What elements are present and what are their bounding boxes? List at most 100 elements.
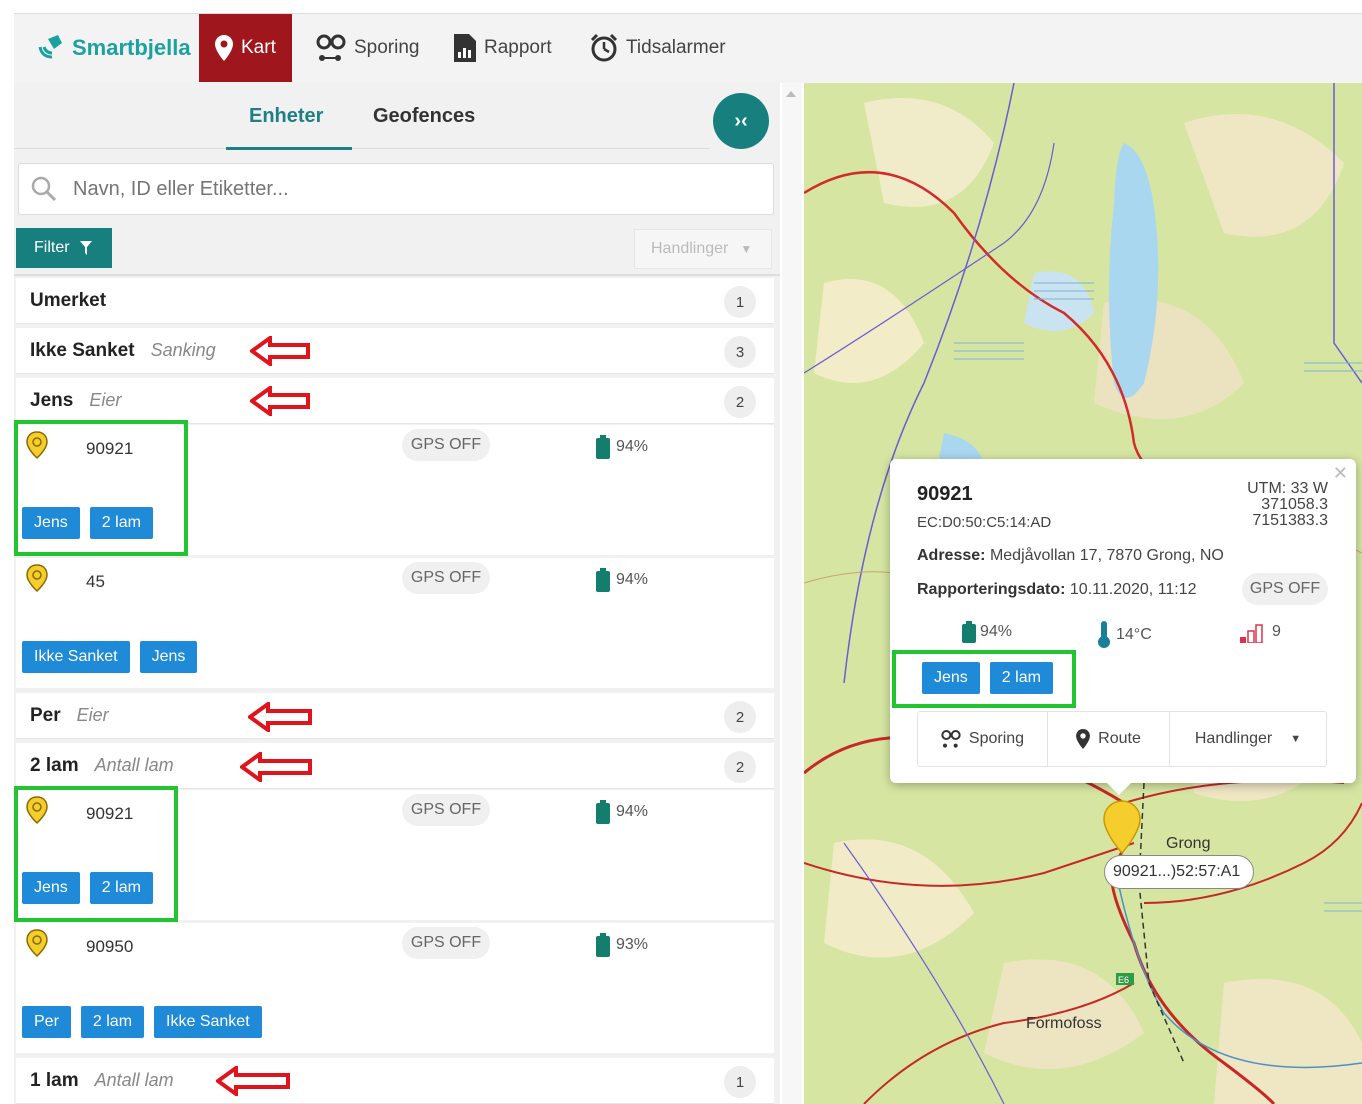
brand-name: Smartbjella	[72, 35, 191, 60]
utm-northing: 7151383.3	[1252, 512, 1328, 529]
signal-value: 9	[1272, 623, 1281, 640]
battery-status: 94%	[596, 435, 648, 459]
gps-status-badge: GPS OFF	[402, 794, 490, 826]
location-pin-icon	[26, 929, 48, 957]
device-tags: Ikke Sanket Jens	[22, 641, 207, 673]
filter-label: Filter	[34, 239, 70, 256]
group-count-badge: 2	[724, 751, 756, 783]
battery-level: 94%	[616, 571, 649, 588]
nav-tidsalarmer[interactable]: Tidsalarmer	[590, 14, 726, 82]
device-id: 45	[86, 572, 105, 591]
marker-tooltip[interactable]: 90921...)52:57:A1	[1104, 855, 1254, 889]
route-button[interactable]: Route	[1048, 712, 1170, 766]
device-row[interactable]: 45 GPS OFF 94% Ikke Sanket Jens	[16, 558, 774, 688]
battery-level: 94%	[980, 623, 1013, 640]
map-pin-icon	[215, 35, 233, 61]
sporing-button[interactable]: Sporing	[918, 712, 1048, 766]
group-name: 2 lam	[30, 754, 79, 776]
group-name: 1 lam	[30, 1069, 79, 1091]
group-category: Sanking	[150, 340, 216, 360]
battery-level: 94%	[616, 803, 649, 820]
gps-status-badge: GPS OFF	[1242, 573, 1328, 605]
utm-easting: 371058.3	[1261, 496, 1328, 513]
battery-icon	[596, 568, 610, 592]
annotation-arrow-icon	[240, 752, 312, 782]
tracking-icon	[941, 730, 961, 748]
collapse-arrows-icon: ›‹	[734, 109, 748, 132]
tag-chip[interactable]: Ikke Sanket	[154, 1006, 262, 1038]
utm-zone: UTM: 33 W	[1247, 480, 1328, 497]
place-label: Formofoss	[1026, 1015, 1102, 1032]
group-row[interactable]: Umerket 1	[16, 278, 774, 324]
device-row[interactable]: 90950 GPS OFF 93% Per 2 lam Ikke Sanket	[16, 923, 774, 1053]
report-date-label: Rapporteringsdato:	[917, 581, 1066, 598]
popup-pointer	[1105, 781, 1133, 795]
tab-geofences[interactable]: Geofences	[373, 105, 475, 128]
sporing-label: Sporing	[968, 730, 1025, 747]
divider	[14, 274, 780, 276]
search-input[interactable]	[73, 177, 733, 201]
search-box	[18, 163, 774, 215]
battery-level: 93%	[616, 936, 649, 953]
popup-signal: 9	[1240, 621, 1281, 643]
map-pin-icon	[1076, 729, 1091, 749]
annotation-arrow-icon	[248, 702, 312, 732]
gps-status-badge: GPS OFF	[402, 562, 490, 594]
device-info-popup: ✕ 90921 EC:D0:50:C5:14:AD UTM: 33 W 3710…	[890, 459, 1356, 795]
group-count-badge: 2	[724, 386, 756, 418]
nav-kart[interactable]: Kart	[199, 14, 292, 82]
group-category: Antall lam	[94, 1070, 174, 1090]
address-value: Medjåvollan 17, 7870 Grong, NO	[989, 547, 1224, 564]
annotation-highlight-box	[14, 786, 178, 922]
top-navigation-bar: Smartbjella Kart Sporing Rapport Tidsala…	[14, 13, 1362, 83]
tag-chip[interactable]: Per	[22, 1006, 71, 1038]
group-name: Ikke Sanket	[30, 339, 135, 361]
annotation-arrow-icon	[250, 386, 310, 416]
address-label: Adresse:	[917, 547, 986, 564]
group-row[interactable]: 2 lam Antall lam 2	[16, 743, 774, 789]
popup-action-bar: Sporing Route Handlinger ▼	[917, 711, 1327, 767]
tag-chip[interactable]: 2 lam	[80, 1006, 145, 1038]
group-count-badge: 3	[724, 336, 756, 368]
tab-enheter[interactable]: Enheter	[249, 105, 323, 128]
battery-level: 94%	[616, 438, 649, 455]
tag-chip[interactable]: Jens	[139, 641, 198, 673]
device-tags: Per 2 lam Ikke Sanket	[22, 1006, 272, 1038]
scroll-up-arrow-icon[interactable]	[786, 91, 796, 97]
group-category: Eier	[76, 705, 109, 725]
funnel-icon	[79, 241, 92, 255]
route-label: Route	[1098, 730, 1141, 747]
group-category: Antall lam	[94, 755, 174, 775]
handlinger-label: Handlinger	[1194, 730, 1273, 747]
panel-scrollbar[interactable]	[782, 83, 802, 1104]
group-category: Eier	[89, 390, 122, 410]
panel-tabs: Enheter Geofences	[14, 83, 710, 150]
nav-kart-label: Kart	[241, 37, 276, 58]
group-row[interactable]: 1 lam Antall lam 1	[16, 1058, 774, 1104]
actions-dropdown[interactable]: Handlinger ▼	[634, 229, 772, 269]
nav-rapport[interactable]: Rapport	[454, 14, 552, 82]
battery-icon	[596, 435, 610, 459]
collapse-panel-button[interactable]: ›‹	[713, 93, 769, 149]
nav-sporing[interactable]: Sporing	[316, 14, 420, 82]
group-name: Umerket	[30, 289, 107, 311]
active-tab-indicator	[226, 147, 352, 150]
battery-icon	[596, 933, 610, 957]
battery-status: 94%	[596, 800, 648, 824]
tracking-icon	[316, 34, 346, 61]
handlinger-dropdown[interactable]: Handlinger ▼	[1170, 712, 1326, 766]
caret-down-icon: ▼	[740, 242, 753, 256]
signal-strength-icon	[1240, 624, 1263, 643]
filter-button[interactable]: Filter	[16, 228, 112, 268]
close-icon[interactable]: ✕	[1333, 463, 1348, 484]
popup-utm-coordinates: UTM: 33 W 371058.3 7151383.3	[1247, 481, 1328, 529]
battery-icon	[962, 621, 976, 643]
tag-chip[interactable]: Ikke Sanket	[22, 641, 130, 673]
group-row[interactable]: Ikke Sanket Sanking 3	[16, 328, 774, 374]
nav-tidsalarmer-label: Tidsalarmer	[626, 37, 726, 58]
brand-logo[interactable]: Smartbjella	[34, 28, 191, 68]
popup-device-id: 90921	[917, 483, 973, 505]
temperature-value: 14°C	[1116, 626, 1152, 643]
group-row[interactable]: Per Eier 2	[16, 693, 774, 739]
group-row[interactable]: Jens Eier 2	[16, 378, 774, 424]
